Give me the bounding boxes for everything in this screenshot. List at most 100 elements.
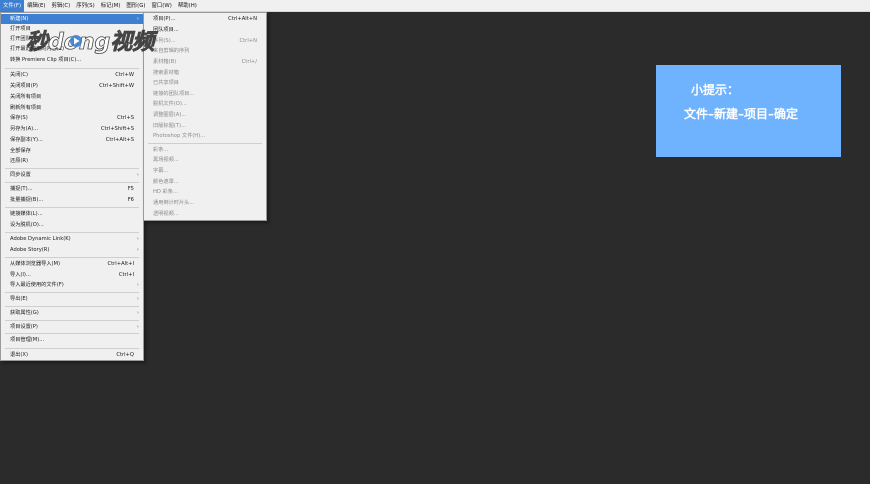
- file-menu-item[interactable]: 打开项目: [1, 24, 143, 34]
- menu-item-shortcut: Ctrl+/: [241, 59, 257, 65]
- menu-item-label: 字幕...: [153, 168, 169, 174]
- new-submenu-item[interactable]: 脱机文件(O)...: [144, 99, 266, 109]
- file-menu-item[interactable]: 保存副本(Y)... Ctrl+Alt+S: [1, 135, 143, 145]
- file-menu-item[interactable]: 另存为(A)... Ctrl+Shift+S: [1, 124, 143, 134]
- file-menu-item[interactable]: 批量捕捉(B)... F6: [1, 195, 143, 205]
- file-menu-item[interactable]: 刷新所有项目: [1, 103, 143, 113]
- file-menu-item[interactable]: 打开团队: [1, 34, 143, 44]
- new-submenu-item[interactable]: 已共享项目: [144, 78, 266, 88]
- menu-item-label: Adobe Story(R): [10, 247, 50, 253]
- new-submenu-item[interactable]: 项目(P)... Ctrl+Alt+N: [144, 14, 266, 24]
- menu-item-label: 另存为(A)...: [10, 126, 39, 132]
- file-menu-item[interactable]: 转换 Premiere Clip 项目(C)...: [1, 55, 143, 65]
- menu-help[interactable]: 帮助(H): [175, 0, 200, 12]
- new-submenu-item[interactable]: 来自剪辑的序列: [144, 46, 266, 56]
- submenu-arrow-icon: ›: [136, 310, 139, 316]
- menu-separator: [5, 292, 139, 293]
- new-submenu-item[interactable]: 旧版标题(T)...: [144, 121, 266, 131]
- menu-file[interactable]: 文件(F): [0, 0, 25, 12]
- new-submenu-item[interactable]: 搜索素材箱: [144, 68, 266, 78]
- menu-item-shortcut: Ctrl+W: [115, 72, 134, 78]
- menu-clip[interactable]: 剪辑(C): [49, 0, 74, 12]
- menu-item-label: 捕捉(T)...: [10, 186, 33, 192]
- file-menu-item[interactable]: 退出(X) Ctrl+Q: [1, 350, 143, 360]
- menu-item-label: 打开项目: [10, 26, 31, 32]
- new-submenu-item[interactable]: 黑场视频...: [144, 155, 266, 165]
- menu-item-label: 透明视频...: [153, 211, 179, 217]
- menu-item-label: 脱机文件(O)...: [153, 101, 187, 107]
- new-submenu-item[interactable]: 序列(S)... Ctrl+N: [144, 36, 266, 46]
- file-menu-item[interactable]: 项目设置(P) ›: [1, 322, 143, 332]
- menu-separator: [5, 306, 139, 307]
- file-menu-dropdown: 新建(N) › 打开项目 打开团队 打开最近使用的内容(E) › 转换 Premiere C…: [0, 12, 144, 361]
- menu-item-label: 来自剪辑的序列: [153, 48, 190, 54]
- menu-item-label: 打开最近使用的内容(E): [10, 46, 65, 52]
- new-submenu-item[interactable]: 团队项目...: [144, 25, 266, 35]
- submenu-arrow-icon: ›: [136, 324, 139, 330]
- submenu-arrow-icon: ›: [136, 296, 139, 302]
- new-submenu-item[interactable]: 通用倒计时片头...: [144, 198, 266, 208]
- file-menu-item[interactable]: 链接媒体(L)...: [1, 209, 143, 219]
- new-submenu-item[interactable]: 颜色遮罩...: [144, 177, 266, 187]
- menu-bar: 文件(F) 编辑(E) 剪辑(C) 序列(S) 标记(M) 图形(G) 窗口(W…: [0, 0, 870, 12]
- menu-item-label: 关闭(C): [10, 72, 29, 78]
- submenu-arrow-icon: ›: [136, 172, 139, 178]
- file-menu-item[interactable]: 项目管理(M)...: [1, 335, 143, 345]
- tip-body: 文件–新建–项目–确定: [684, 107, 799, 121]
- file-menu-item[interactable]: 保存(S) Ctrl+S: [1, 113, 143, 123]
- menu-item-label: 项目(P)...: [153, 16, 176, 22]
- file-menu-item[interactable]: Adobe Story(R) ›: [1, 245, 143, 255]
- new-submenu-item[interactable]: 字幕...: [144, 166, 266, 176]
- menu-item-label: 素材箱(B): [153, 59, 177, 65]
- menu-separator: [5, 348, 139, 349]
- menu-item-label: 旧版标题(T)...: [153, 123, 186, 129]
- new-submenu-item[interactable]: 链接的团队项目...: [144, 89, 266, 99]
- menu-item-shortcut: Ctrl+I: [118, 272, 134, 278]
- menu-item-label: 关闭项目(P): [10, 83, 38, 89]
- file-menu-item[interactable]: 导出(E) ›: [1, 294, 143, 304]
- file-menu-item[interactable]: 导入最近使用的文件(F) ›: [1, 280, 143, 290]
- tip-box: 小提示： 文件–新建–项目–确定: [656, 65, 841, 157]
- menu-item-label: 导出(E): [10, 296, 28, 302]
- menu-item-label: 退出(X): [10, 352, 28, 358]
- file-menu-item[interactable]: 捕捉(T)... F5: [1, 184, 143, 194]
- file-menu-item[interactable]: 关闭(C) Ctrl+W: [1, 70, 143, 80]
- menu-item-label: 已共享项目: [153, 80, 179, 86]
- menu-sequence[interactable]: 序列(S): [73, 0, 97, 12]
- menu-item-label: 黑场视频...: [153, 157, 179, 163]
- new-submenu-item[interactable]: 素材箱(B) Ctrl+/: [144, 57, 266, 67]
- menu-item-label: 保存(S): [10, 115, 28, 121]
- file-menu-item[interactable]: 关闭项目(P) Ctrl+Shift+W: [1, 81, 143, 91]
- submenu-arrow-icon: ›: [136, 247, 139, 253]
- file-menu-item[interactable]: 新建(N) ›: [1, 14, 143, 24]
- file-menu-item[interactable]: 同步设置 ›: [1, 170, 143, 180]
- new-submenu-item[interactable]: Photoshop 文件(H)...: [144, 131, 266, 141]
- menu-item-label: 获取属性(G): [10, 310, 39, 316]
- file-menu-item[interactable]: 从媒体浏览器导入(M) Ctrl+Alt+I: [1, 259, 143, 269]
- menu-graphics[interactable]: 图形(G): [123, 0, 148, 12]
- menu-window[interactable]: 窗口(W): [149, 0, 175, 12]
- menu-item-shortcut: Ctrl+Alt+N: [228, 16, 257, 22]
- menu-item-label: 彩条...: [153, 147, 169, 153]
- menu-markers[interactable]: 标记(M): [98, 0, 124, 12]
- file-menu-item[interactable]: 导入(I)... Ctrl+I: [1, 270, 143, 280]
- menu-item-label: 序列(S)...: [153, 38, 176, 44]
- file-menu-item[interactable]: Adobe Dynamic Link(K) ›: [1, 234, 143, 244]
- menu-item-label: 链接媒体(L)...: [10, 211, 43, 217]
- menu-item-label: 导入最近使用的文件(F): [10, 282, 64, 288]
- menu-item-shortcut: Ctrl+Alt+I: [107, 261, 134, 267]
- new-submenu-item[interactable]: 透明视频...: [144, 209, 266, 219]
- new-submenu-item[interactable]: 调整图层(A)...: [144, 110, 266, 120]
- menu-item-shortcut: Ctrl+S: [117, 115, 134, 121]
- menu-item-label: 颜色遮罩...: [153, 179, 179, 185]
- file-menu-item[interactable]: 全部保存: [1, 146, 143, 156]
- new-submenu-item[interactable]: HD 彩条...: [144, 187, 266, 197]
- file-menu-item[interactable]: 还原(R): [1, 156, 143, 166]
- new-submenu-item[interactable]: 彩条...: [144, 145, 266, 155]
- menu-edit[interactable]: 编辑(E): [24, 0, 48, 12]
- file-menu-item[interactable]: 关闭所有项目: [1, 92, 143, 102]
- file-menu-item[interactable]: 打开最近使用的内容(E) ›: [1, 44, 143, 54]
- file-menu-item[interactable]: 设为脱机(O)...: [1, 220, 143, 230]
- file-menu-item[interactable]: 获取属性(G) ›: [1, 308, 143, 318]
- menu-item-label: 打开团队: [10, 36, 31, 42]
